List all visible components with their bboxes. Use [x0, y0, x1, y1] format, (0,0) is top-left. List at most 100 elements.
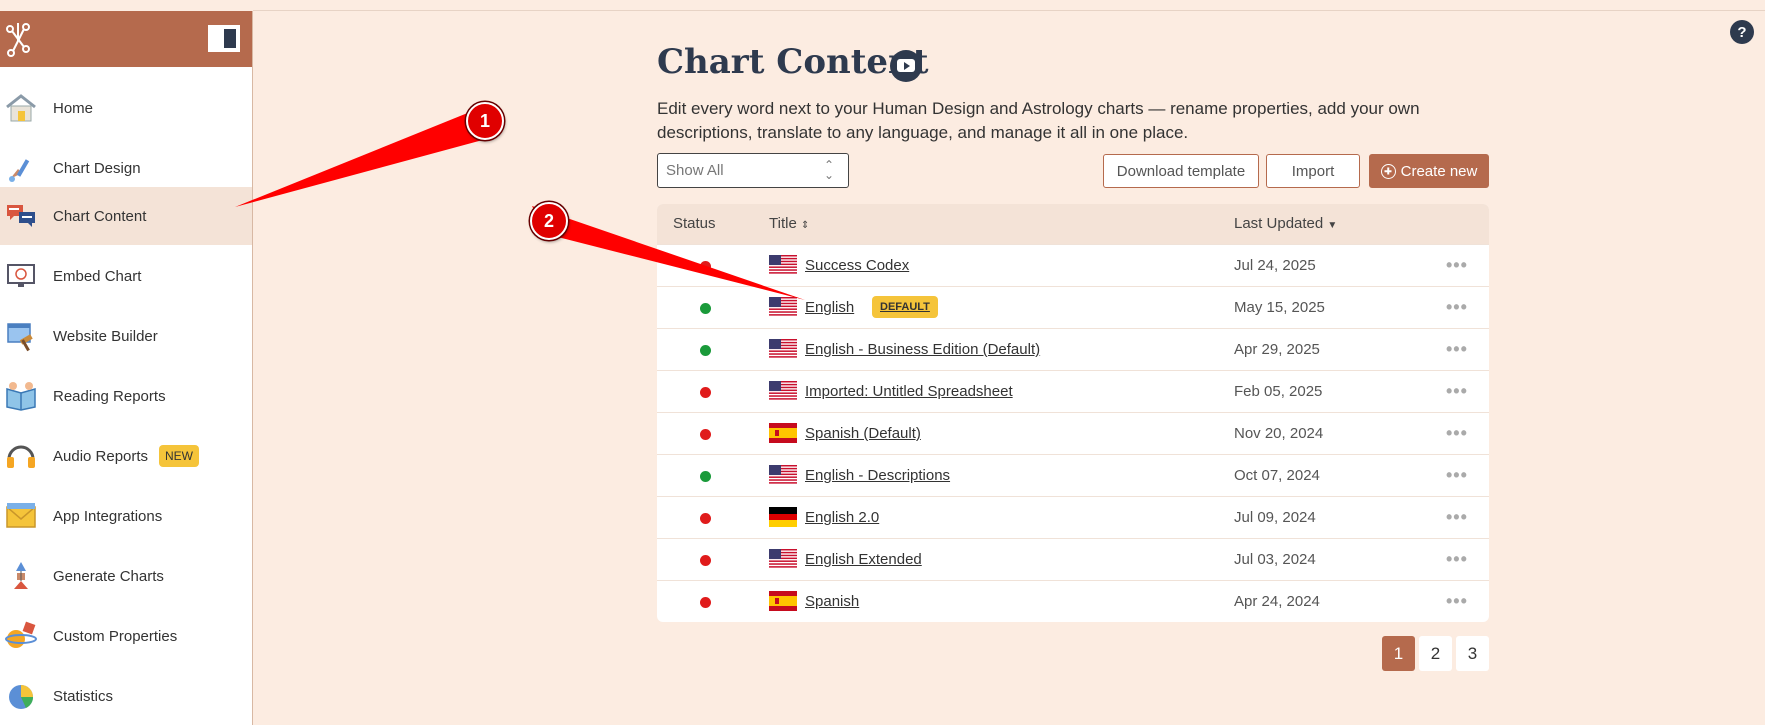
row-last-updated: Apr 24, 2024 [1234, 593, 1320, 610]
sidebar-item-label: Embed Chart [53, 267, 142, 285]
row-title-link[interactable]: Spanish [805, 593, 859, 610]
row-title-link[interactable]: Imported: Untitled Spreadsheet [805, 383, 1013, 400]
table-row: Imported: Untitled Spreadsheet Feb 05, 20… [657, 370, 1489, 412]
sidebar-item-custom-properties[interactable]: Custom Properties [0, 607, 252, 665]
sidebar-item-label: Statistics [53, 687, 114, 705]
more-options-icon[interactable]: ••• [1446, 297, 1468, 318]
sidebar-item-label: Home [53, 99, 94, 117]
row-last-updated: Nov 20, 2024 [1234, 425, 1324, 442]
flag-us-icon [769, 465, 797, 485]
row-title-link[interactable]: Success Codex [805, 257, 909, 274]
sidebar-item-audio-reports[interactable]: Audio Reports NEW [0, 427, 252, 485]
default-badge: DEFAULT [872, 296, 938, 318]
sidebar-item-reading-reports[interactable]: Reading Reports [0, 367, 252, 425]
table-row: English 2.0 Jul 09, 2024 ••• [657, 496, 1489, 538]
row-title-link[interactable]: English - Descriptions [805, 467, 950, 484]
sidebar-item-label: Custom Properties [53, 627, 178, 645]
pie-chart-icon [9, 685, 34, 709]
page-title: Chart Content [657, 42, 929, 82]
monitor-icon [7, 264, 35, 287]
more-options-icon[interactable]: ••• [1446, 381, 1468, 402]
sidebar-item-label: Audio Reports [53, 447, 149, 465]
book-reader-icon [6, 382, 36, 411]
sidebar-item-generate-charts[interactable]: Generate Charts [0, 547, 252, 605]
sidebar-item-home[interactable]: Home [0, 79, 252, 137]
flag-es-icon [769, 423, 797, 443]
page-button-1[interactable]: 1 [1382, 636, 1415, 671]
sidebar-toggle-button[interactable] [208, 25, 240, 52]
content-table: Status Title ⇕ Last Updated ▼ Success Co… [657, 204, 1489, 622]
sort-icon: ⇕ [800, 220, 810, 231]
flag-us-icon [769, 255, 797, 275]
video-tutorial-icon[interactable] [890, 50, 922, 82]
table-row: Success Codex Jul 24, 2025 ••• [657, 244, 1489, 286]
flag-us-icon [769, 549, 797, 569]
status-indicator-green [700, 471, 711, 482]
plus-circle-icon [1380, 163, 1396, 179]
page-button-3[interactable]: 3 [1456, 636, 1489, 671]
sidebar-item-website-builder[interactable]: Website Builder [0, 307, 252, 365]
column-header-title[interactable]: Title ⇕ [769, 215, 809, 232]
filter-select-value: Show All [666, 162, 724, 179]
sort-desc-icon: ▼ [1327, 220, 1338, 231]
sidebar: Home Chart Design Chart Content Embed Ch… [0, 11, 253, 725]
more-options-icon[interactable]: ••• [1446, 507, 1468, 528]
more-options-icon[interactable]: ••• [1446, 423, 1468, 444]
row-title-link[interactable]: English 2.0 [805, 509, 879, 526]
sidebar-item-label: Reading Reports [53, 387, 166, 405]
design-tools-icon [9, 159, 30, 182]
column-header-last-updated[interactable]: Last Updated ▼ [1234, 215, 1337, 232]
top-divider [253, 10, 1765, 11]
download-template-button[interactable]: Download template [1103, 154, 1259, 188]
select-caret-icon: ⌃ ⌄ [823, 158, 834, 182]
more-options-icon[interactable]: ••• [1446, 465, 1468, 486]
row-last-updated: Jul 09, 2024 [1234, 509, 1316, 526]
sidebar-item-label: Website Builder [53, 327, 158, 345]
speech-bubbles-icon [7, 205, 35, 227]
envelope-icon [6, 503, 36, 528]
create-new-label: Create new [1400, 162, 1478, 180]
sidebar-item-label: Chart Content [53, 207, 147, 225]
status-indicator-red [700, 597, 711, 608]
row-last-updated: May 15, 2025 [1234, 299, 1325, 316]
house-icon [6, 94, 36, 122]
status-indicator-green [700, 303, 711, 314]
create-new-button[interactable]: Create new [1369, 154, 1489, 188]
status-indicator-red [700, 429, 711, 440]
annotation-marker-2: 2 [530, 202, 568, 240]
bodygraph-icon [14, 562, 28, 589]
custom-properties-icon [5, 621, 37, 648]
row-title-link[interactable]: English Extended [805, 551, 922, 568]
row-title-link[interactable]: English - Business Edition (Default) [805, 341, 1040, 358]
more-options-icon[interactable]: ••• [1446, 591, 1468, 612]
row-last-updated: Feb 05, 2025 [1234, 383, 1323, 400]
website-hammer-icon [7, 323, 33, 352]
table-row: Spanish Apr 24, 2024 ••• [657, 580, 1489, 622]
sidebar-item-statistics[interactable]: Statistics [0, 667, 252, 725]
status-indicator-green [700, 345, 711, 356]
filter-select[interactable]: Show All ⌃ ⌄ [657, 153, 849, 188]
more-options-icon[interactable]: ••• [1446, 255, 1468, 276]
table-header: Status Title ⇕ Last Updated ▼ [657, 204, 1489, 244]
page-button-2[interactable]: 2 [1419, 636, 1452, 671]
logo-icon[interactable] [4, 19, 32, 59]
table-row: Spanish (Default) Nov 20, 2024 ••• [657, 412, 1489, 454]
more-options-icon[interactable]: ••• [1446, 549, 1468, 570]
status-indicator-red [700, 261, 711, 272]
status-indicator-red [700, 387, 711, 398]
page-description: Edit every word next to your Human Desig… [657, 99, 1420, 142]
flag-us-icon [769, 339, 797, 359]
sidebar-item-app-integrations[interactable]: App Integrations [0, 487, 252, 545]
row-last-updated: Oct 07, 2024 [1234, 467, 1320, 484]
row-title-link[interactable]: Spanish (Default) [805, 425, 921, 442]
sidebar-item-chart-content[interactable]: Chart Content [0, 187, 252, 245]
table-row: English - Descriptions Oct 07, 2024 ••• [657, 454, 1489, 496]
import-button[interactable]: Import [1266, 154, 1360, 188]
row-title-link[interactable]: English [805, 299, 854, 316]
new-badge: NEW [159, 445, 199, 467]
sidebar-item-embed-chart[interactable]: Embed Chart [0, 247, 252, 305]
help-button[interactable]: ? [1730, 20, 1754, 44]
row-last-updated: Jul 03, 2024 [1234, 551, 1316, 568]
flag-us-icon [769, 381, 797, 401]
more-options-icon[interactable]: ••• [1446, 339, 1468, 360]
